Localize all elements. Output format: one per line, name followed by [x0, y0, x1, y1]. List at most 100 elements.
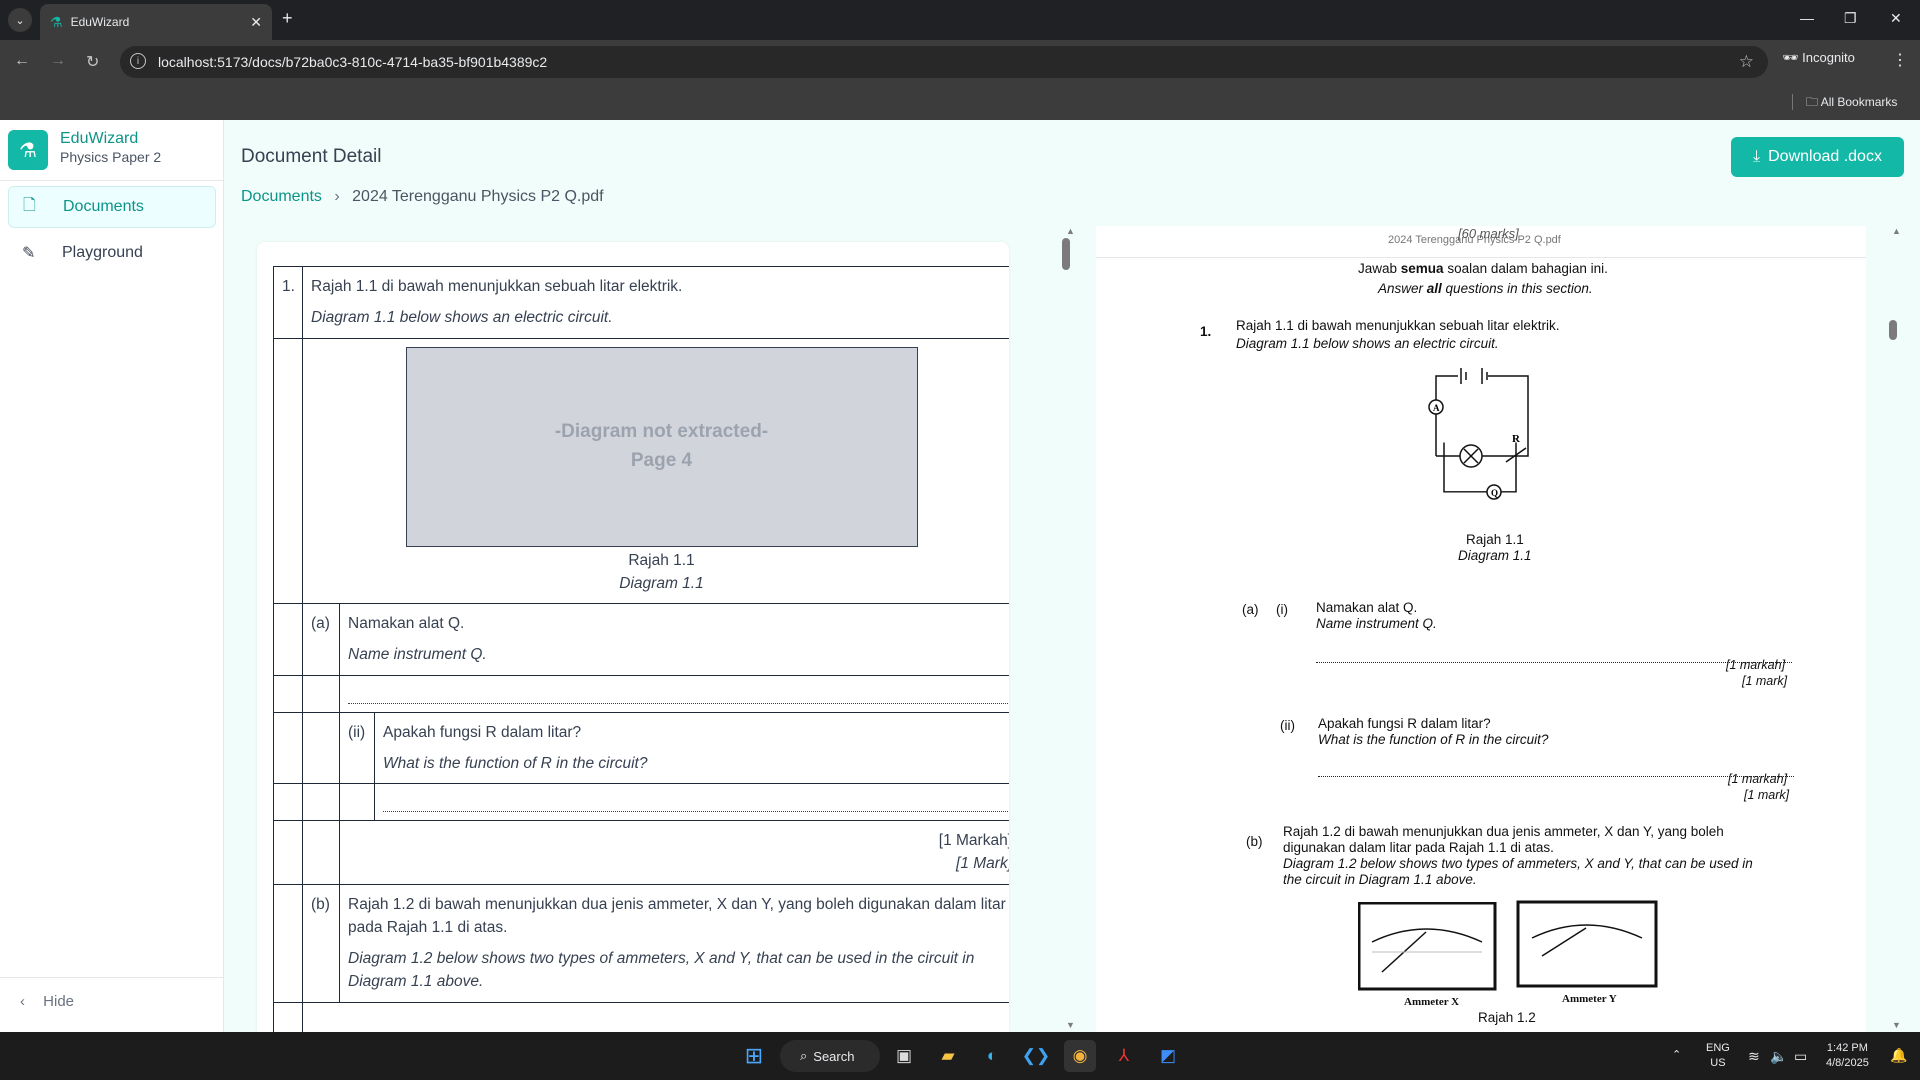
part-text-en: Diagram 1.2 below shows two types of amm… [348, 950, 975, 991]
pdf-part-ai: (i) [1276, 602, 1288, 617]
windows-start-icon[interactable]: ⊞ [738, 1040, 770, 1072]
search-icon: ⌕ [800, 1048, 808, 1063]
edge-browser-icon[interactable]: ◐ [976, 1040, 1008, 1072]
hide-sidebar-button[interactable]: ‹ Hide [20, 993, 74, 1010]
tab-search-icon[interactable]: ⌄ [8, 8, 32, 32]
download-docx-button[interactable]: ⤓ Download .docx [1731, 137, 1904, 177]
empty-cell [273, 783, 303, 821]
language-indicator[interactable]: ENG US [1706, 1041, 1730, 1072]
doc-scroll-thumb[interactable] [1062, 238, 1070, 270]
sidebar: ⚗ EduWizard Physics Paper 2 🗋 Documents … [0, 120, 224, 1032]
subpart-label: (ii) [339, 711, 375, 784]
incognito-badge[interactable]: 🕶 Incognito [1782, 50, 1855, 66]
pdf-aii-ms: Apakah fungsi R dalam litar? [1318, 716, 1491, 731]
pdf-scrollbar[interactable] [1888, 320, 1898, 340]
sidebar-divider [0, 180, 223, 181]
pdf-scroll-up-arrow-icon[interactable]: ▲ [1892, 226, 1901, 236]
site-info-icon[interactable]: i [130, 53, 146, 69]
empty-cell [273, 711, 303, 784]
new-tab-icon[interactable]: + [282, 8, 293, 29]
pdf-marks-overlay: [60 marks] [1458, 226, 1519, 241]
pdf-instruction-en: Answer all questions in this section. [1378, 281, 1593, 296]
download-icon: ⤓ [1753, 148, 1761, 165]
speaker-muted-icon[interactable]: 🔈 [1770, 1047, 1787, 1067]
doc-scrollbar[interactable] [1061, 238, 1071, 1018]
question-number: 1. [273, 266, 303, 339]
notification-icon[interactable]: 🔔 [1890, 1046, 1907, 1066]
task-view-icon[interactable]: ▣ [888, 1040, 920, 1072]
part-question: Rajah 1.2 di bawah menunjukkan dua jenis… [339, 883, 1009, 1003]
os-taskbar: ⊞ ⌕ Search ▣ ▰ ◐ ❮❯ ◉ ⅄ ◩ ⌃ ENG US ≋ 🔈 ▭… [0, 1032, 1920, 1080]
url-text: localhost:5173/docs/b72ba0c3-810c-4714-b… [158, 54, 548, 70]
bookmark-star-icon[interactable]: ☆ [1739, 52, 1754, 72]
question-text-ms: Rajah 1.1 di bawah menunjukkan sebuah li… [311, 278, 683, 295]
window-close-icon[interactable]: ✕ [1890, 10, 1902, 27]
pdf-mark-ms: [1 markah] [1728, 772, 1788, 786]
all-bookmarks-label: All Bookmarks [1820, 95, 1898, 109]
all-bookmarks-button[interactable]: 🗀 All Bookmarks [1806, 93, 1897, 114]
empty-cell [273, 1001, 303, 1032]
hide-label: Hide [43, 993, 75, 1010]
empty-cell [273, 603, 303, 676]
table-row: -Diagram not extracted- Page 4 Rajah 1.1… [273, 337, 1009, 604]
taskbar-search[interactable]: ⌕ Search [780, 1040, 880, 1072]
tray-overflow-icon[interactable]: ⌃ [1672, 1048, 1681, 1063]
clock[interactable]: 1:42 PM 4/8/2025 [1826, 1041, 1869, 1072]
back-icon[interactable]: ← [14, 52, 30, 70]
answer-line-cell [339, 674, 1009, 713]
pdf-b-ms-2: digunakan dalam litar pada Rajah 1.1 di … [1283, 840, 1554, 855]
pdf-b-en-2: the circuit in Diagram 1.1 above. [1283, 872, 1477, 887]
bookmarks-separator [1792, 94, 1793, 110]
vscode-icon[interactable]: ❮❯ [1020, 1040, 1052, 1072]
battery-icon[interactable]: ▭ [1794, 1047, 1807, 1067]
pdf-ai-ms: Namakan alat Q. [1316, 600, 1418, 615]
file-explorer-icon[interactable]: ▰ [932, 1040, 964, 1072]
pdf-aii-en: What is the function of R in the circuit… [1318, 732, 1549, 747]
restore-icon[interactable]: ❐ [1844, 10, 1857, 27]
table-row: 1. Rajah 1.1 di bawah menunjukkan sebuah… [273, 266, 1009, 339]
pdf-part-aii: (ii) [1280, 718, 1295, 733]
forward-icon[interactable]: → [50, 52, 66, 70]
pdf-scroll-down-arrow-icon[interactable]: ▼ [1892, 1020, 1901, 1030]
acrobat-icon[interactable]: ⅄ [1108, 1040, 1140, 1072]
part-question: Namakan alat Q. Name instrument Q. [339, 603, 1009, 676]
scroll-down-arrow-icon[interactable]: ▼ [1066, 1020, 1075, 1030]
sidebar-item-documents[interactable]: 🗋 Documents [8, 186, 216, 228]
pdf-caption-en: Diagram 1.1 [1458, 548, 1532, 563]
part-text-en: Name instrument Q. [348, 646, 487, 664]
empty-cell [302, 783, 340, 821]
flask-logo-icon: ⚗ [8, 130, 48, 170]
pdf-ammeter-y-label: Ammeter Y [1562, 993, 1617, 1005]
ammeter-label-a: A [1433, 403, 1440, 413]
minimize-icon[interactable]: — [1800, 10, 1814, 26]
pdf-mark-ms: [1 markah] [1726, 658, 1786, 672]
url-field[interactable]: i localhost:5173/docs/b72ba0c3-810c-4714… [120, 46, 1768, 78]
scroll-up-arrow-icon[interactable]: ▲ [1066, 226, 1075, 236]
incognito-label: Incognito [1802, 50, 1855, 65]
table-row: (b) Rajah 1.2 di bawah menunjukkan dua j… [273, 883, 1009, 1003]
breadcrumb-documents-link[interactable]: Documents [241, 188, 322, 205]
chrome-icon[interactable]: ◉ [1064, 1040, 1096, 1072]
search-label: Search [813, 1048, 855, 1064]
empty-cell [273, 674, 303, 713]
table-row: (a) Namakan alat Q. Name instrument Q. [273, 603, 1009, 676]
empty-cell [273, 820, 303, 885]
photos-app-icon[interactable]: ◩ [1152, 1040, 1184, 1072]
table-row: [1 Markah] [1 Mark] [273, 820, 1009, 885]
ammeter-x-image [1358, 902, 1497, 991]
browser-tab[interactable]: ⚗ EduWizard ✕ [40, 4, 272, 40]
rheostat-label-r: R [1512, 433, 1521, 445]
close-tab-icon[interactable]: ✕ [250, 14, 262, 31]
reload-icon[interactable]: ↻ [86, 52, 99, 72]
pdf-answer-line [1316, 662, 1792, 663]
pdf-scroll-thumb[interactable] [1889, 320, 1897, 340]
bookmarks-bar: 🗀 All Bookmarks [0, 84, 1920, 120]
ammeter-y-image [1516, 900, 1658, 988]
pdf-b-en-1: Diagram 1.2 below shows two types of amm… [1283, 856, 1753, 871]
browser-tab-bar: ⌄ ⚗ EduWizard ✕ + — ❐ ✕ [0, 0, 1920, 40]
wifi-icon[interactable]: ≋ [1748, 1047, 1760, 1067]
sidebar-item-playground[interactable]: ✎ Playground [8, 232, 216, 274]
browser-menu-icon[interactable]: ⋮ [1892, 50, 1908, 70]
pdf-part-a: (a) [1242, 602, 1259, 617]
question-stem: Rajah 1.1 di bawah menunjukkan sebuah li… [302, 266, 1009, 339]
